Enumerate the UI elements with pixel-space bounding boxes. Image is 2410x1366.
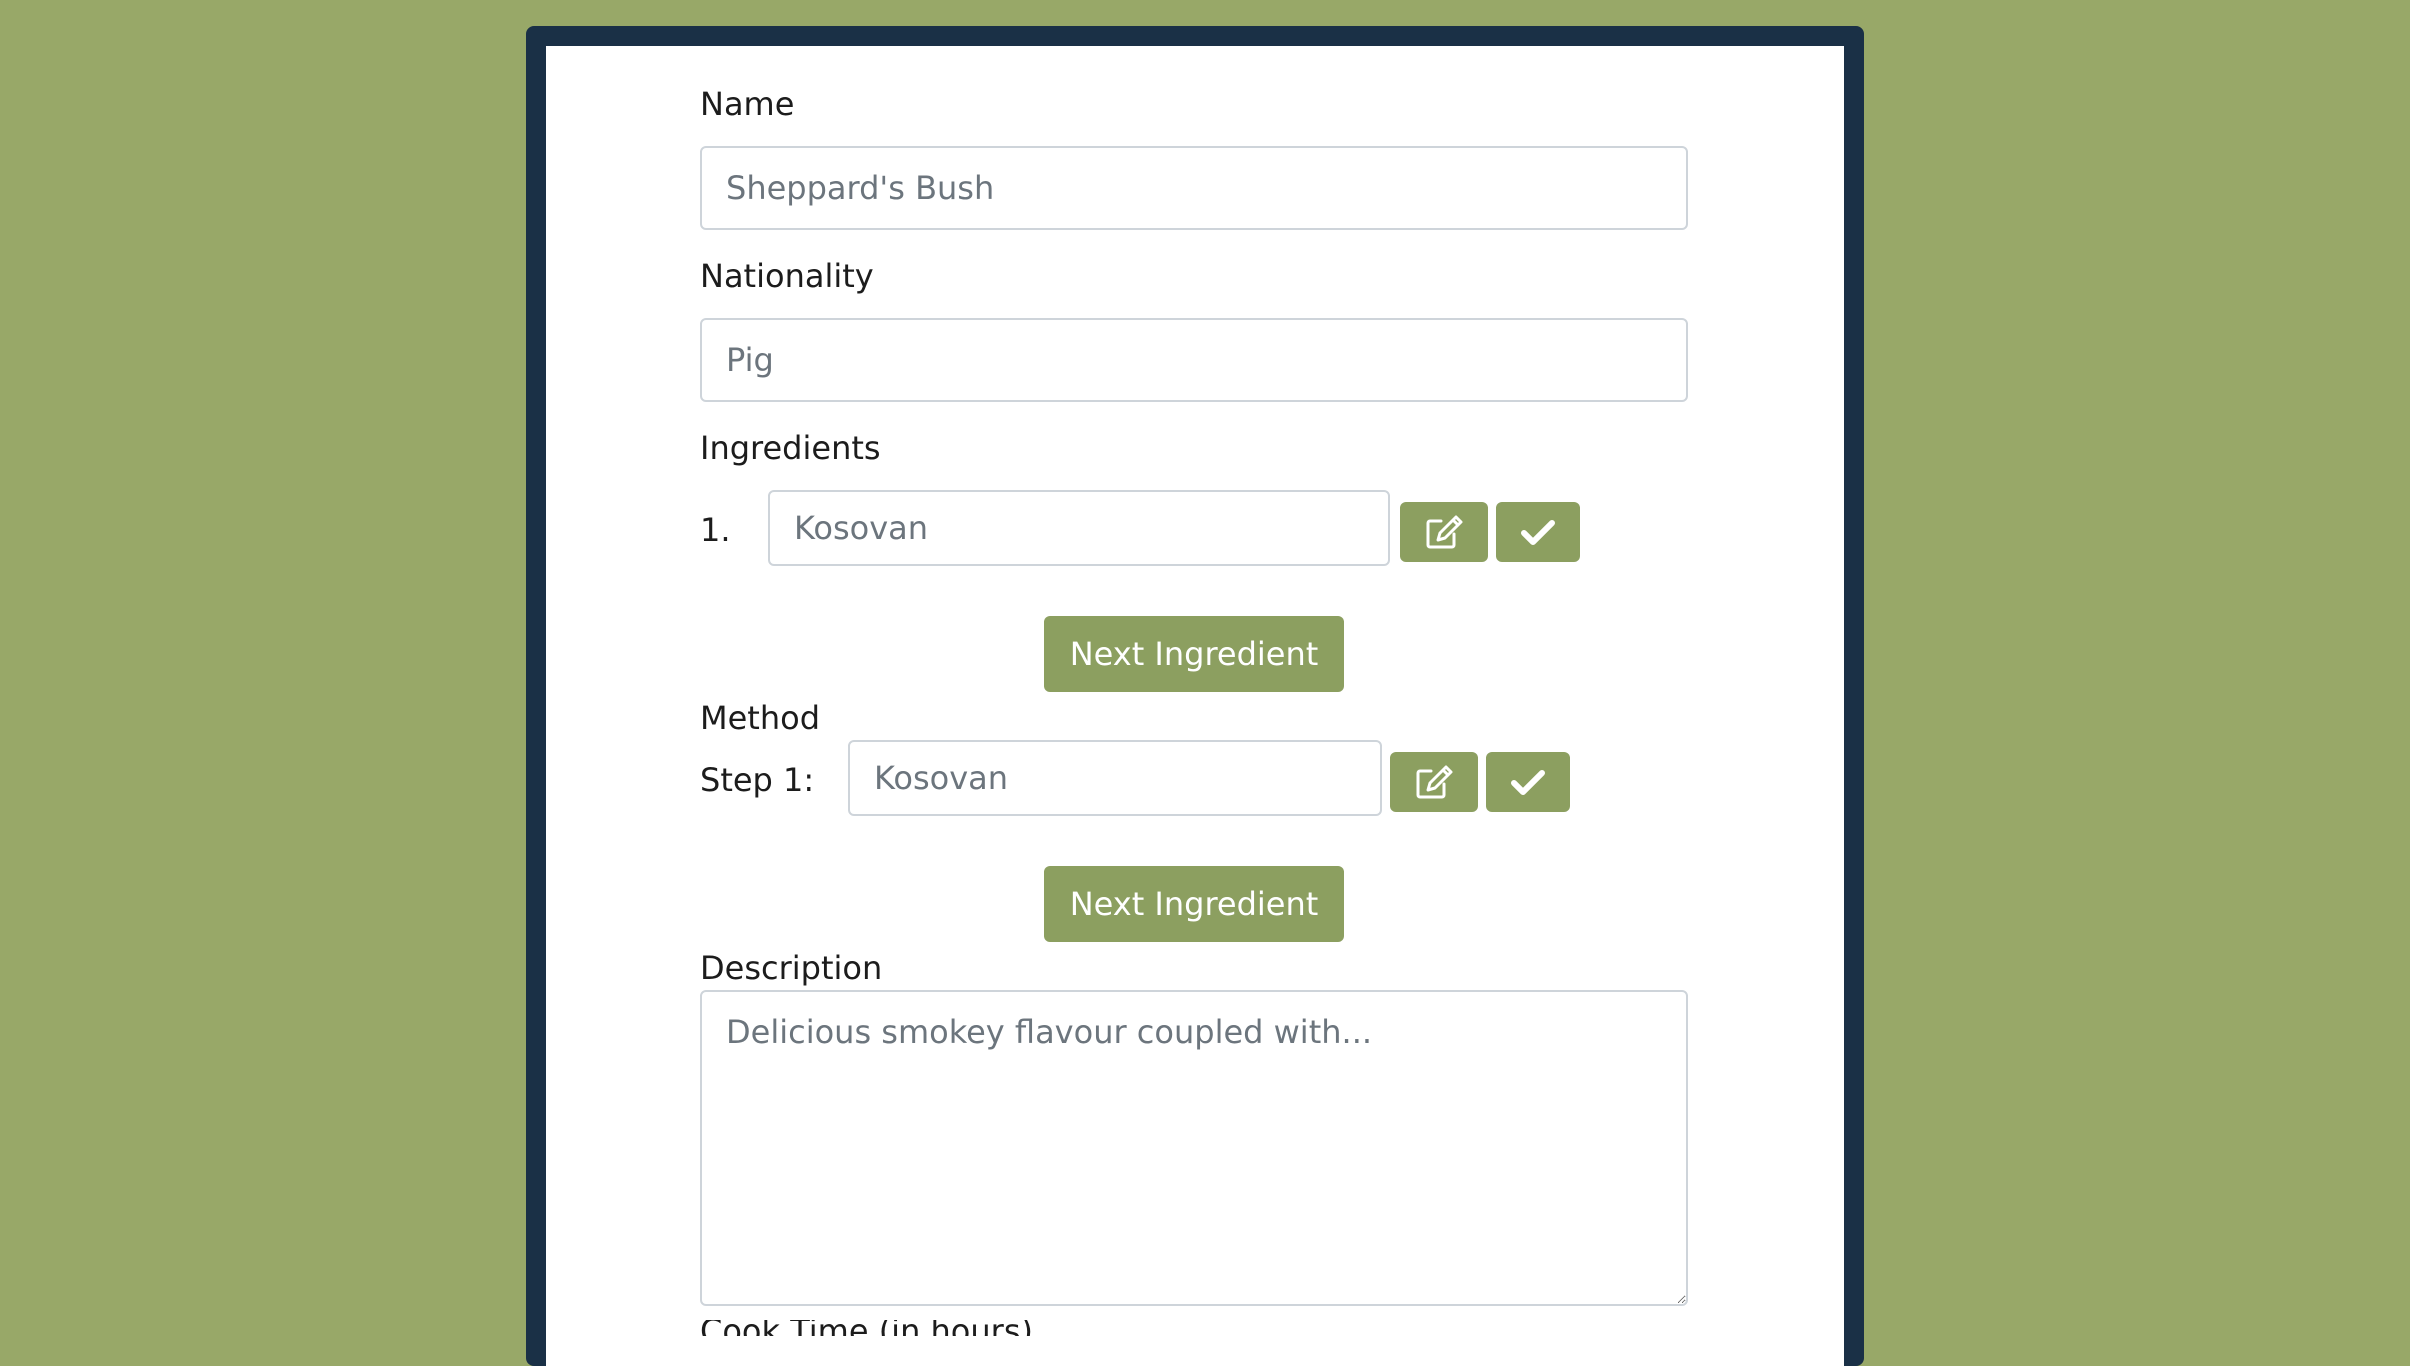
name-input[interactable] — [700, 146, 1688, 230]
check-icon — [1511, 770, 1545, 795]
ingredient-input[interactable] — [768, 490, 1390, 566]
edit-icon — [1426, 515, 1463, 549]
ingredient-confirm-button[interactable] — [1496, 502, 1580, 562]
ingredients-label: Ingredients — [700, 429, 881, 467]
step-input[interactable] — [848, 740, 1382, 816]
next-step-button[interactable]: Next Ingredient — [1044, 866, 1344, 942]
ingredient-number: 1. — [700, 511, 731, 549]
name-label: Name — [700, 85, 795, 123]
description-label: Description — [700, 949, 883, 987]
nationality-input[interactable] — [700, 318, 1688, 402]
next-ingredient-button[interactable]: Next Ingredient — [1044, 616, 1344, 692]
step-edit-button[interactable] — [1390, 752, 1478, 812]
step-confirm-button[interactable] — [1486, 752, 1570, 812]
description-textarea[interactable] — [700, 990, 1688, 1306]
ingredient-edit-button[interactable] — [1400, 502, 1488, 562]
cook-time-label: Cook Time (in hours) — [700, 1320, 1033, 1336]
method-label: Method — [700, 699, 821, 737]
edit-icon — [1416, 765, 1453, 799]
check-icon — [1521, 520, 1555, 545]
nationality-label: Nationality — [700, 257, 874, 295]
step-label: Step 1: — [700, 761, 815, 799]
